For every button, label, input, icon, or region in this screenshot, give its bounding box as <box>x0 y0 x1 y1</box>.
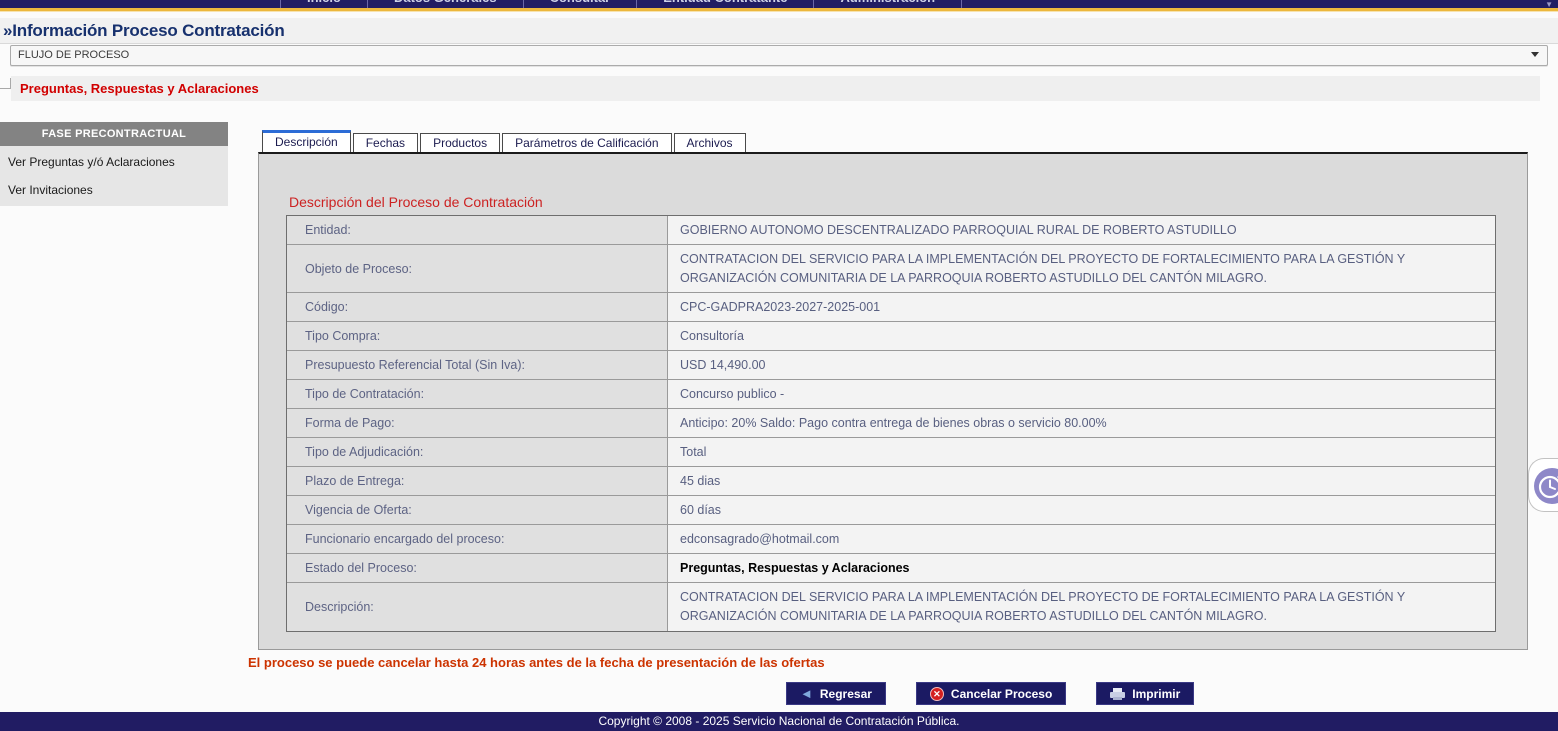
field-value: CPC-GADPRA2023-2027-2025-001 <box>667 293 1495 321</box>
nav-item-entidad-contratante[interactable]: Entidad Contratante <box>637 0 814 8</box>
tab-fechas[interactable]: Fechas <box>353 133 418 152</box>
flujo-de-proceso-value: FLUJO DE PROCESO <box>18 46 129 65</box>
action-buttons: ◄ Regresar ✕ Cancelar Proceso Imprimir <box>786 682 1194 705</box>
field-value: 45 dias <box>667 467 1495 495</box>
printer-icon <box>1110 688 1125 700</box>
field-value: edconsagrado@hotmail.com <box>667 525 1495 553</box>
table-row-descripcion: Descripción: CONTRATACION DEL SERVICIO P… <box>287 583 1495 631</box>
field-value: CONTRATACION DEL SERVICIO PARA LA IMPLEM… <box>667 583 1495 631</box>
nav-item-consultar[interactable]: Consultar <box>524 0 638 8</box>
sidebar-item-ver-invitaciones[interactable]: Ver Invitaciones <box>0 174 228 202</box>
sidebar-header-fase-precontractual: FASE PRECONTRACTUAL <box>0 122 228 146</box>
cancel-deadline-notice: El proceso se puede cancelar hasta 24 ho… <box>248 655 825 670</box>
field-label: Tipo de Adjudicación: <box>287 438 667 466</box>
field-label: Forma de Pago: <box>287 409 667 437</box>
table-row-codigo: Código: CPC-GADPRA2023-2027-2025-001 <box>287 293 1495 322</box>
field-label: Código: <box>287 293 667 321</box>
back-arrow-icon: ◄ <box>800 687 813 700</box>
field-value: USD 14,490.00 <box>667 351 1495 379</box>
gold-divider <box>0 8 1558 12</box>
tab-parametros-calificacion[interactable]: Parámetros de Calificación <box>502 133 671 152</box>
field-value: GOBIERNO AUTONOMO DESCENTRALIZADO PARROQ… <box>667 216 1495 244</box>
tab-productos[interactable]: Productos <box>420 133 500 152</box>
table-row-estado-proceso: Estado del Proceso: Preguntas, Respuesta… <box>287 554 1495 583</box>
cancelar-proceso-button-label: Cancelar Proceso <box>951 687 1052 701</box>
tab-archivos[interactable]: Archivos <box>674 133 746 152</box>
table-row-entidad: Entidad: GOBIERNO AUTONOMO DESCENTRALIZA… <box>287 216 1495 245</box>
field-value: Consultoría <box>667 322 1495 350</box>
table-row-objeto: Objeto de Proceso: CONTRATACION DEL SERV… <box>287 245 1495 293</box>
field-label: Presupuesto Referencial Total (Sin Iva): <box>287 351 667 379</box>
table-row-funcionario: Funcionario encargado del proceso: edcon… <box>287 525 1495 554</box>
app-window: Inicio Datos Generales Consultar Entidad… <box>0 0 1558 731</box>
table-row-tipo-compra: Tipo Compra: Consultoría <box>287 322 1495 351</box>
imprimir-button-label: Imprimir <box>1132 687 1180 701</box>
description-panel: Descripción del Proceso de Contratación … <box>258 152 1528 650</box>
table-row-vigencia-oferta: Vigencia de Oferta: 60 días <box>287 496 1495 525</box>
page-title: »Información Proceso Contratación <box>3 21 285 41</box>
sidebar-item-ver-preguntas[interactable]: Ver Preguntas y/ó Aclaraciones <box>0 146 228 174</box>
flujo-de-proceso-select[interactable]: FLUJO DE PROCESO <box>10 45 1548 66</box>
nav-item-inicio[interactable]: Inicio <box>280 0 368 8</box>
chevron-down-icon <box>1531 52 1539 57</box>
field-value: Anticipo: 20% Saldo: Pago contra entrega… <box>667 409 1495 437</box>
process-state-banner: Preguntas, Respuestas y Aclaraciones <box>11 76 1540 101</box>
footer-copyright: Copyright © 2008 - 2025 Servicio Naciona… <box>0 712 1558 731</box>
process-description-table: Entidad: GOBIERNO AUTONOMO DESCENTRALIZA… <box>286 215 1496 632</box>
field-label: Estado del Proceso: <box>287 554 667 582</box>
table-row-plazo-entrega: Plazo de Entrega: 45 dias <box>287 467 1495 496</box>
process-state-text: Preguntas, Respuestas y Aclaraciones <box>20 81 259 96</box>
detail-tabs: Descripción Fechas Productos Parámetros … <box>262 130 748 152</box>
field-value: Concurso publico - <box>667 380 1495 408</box>
cancelar-proceso-button[interactable]: ✕ Cancelar Proceso <box>916 682 1066 705</box>
table-row-tipo-adjudicacion: Tipo de Adjudicación: Total <box>287 438 1495 467</box>
field-value-estado: Preguntas, Respuestas y Aclaraciones <box>667 554 1495 582</box>
process-timer-widget[interactable] <box>1528 458 1558 512</box>
field-label: Plazo de Entrega: <box>287 467 667 495</box>
field-label: Tipo de Contratación: <box>287 380 667 408</box>
nav-item-administracion[interactable]: Administración <box>814 0 962 8</box>
regresar-button[interactable]: ◄ Regresar <box>786 682 886 705</box>
nav-item-datos-generales[interactable]: Datos Generales <box>368 0 524 8</box>
field-label: Tipo Compra: <box>287 322 667 350</box>
table-row-forma-pago: Forma de Pago: Anticipo: 20% Saldo: Pago… <box>287 409 1495 438</box>
clock-icon <box>1533 467 1558 505</box>
field-label: Objeto de Proceso: <box>287 245 667 292</box>
top-navbar: Inicio Datos Generales Consultar Entidad… <box>0 0 1558 8</box>
description-panel-title: Descripción del Proceso de Contratación <box>289 194 543 210</box>
field-value: CONTRATACION DEL SERVICIO PARA LA IMPLEM… <box>667 245 1495 292</box>
field-label: Entidad: <box>287 216 667 244</box>
field-value: Total <box>667 438 1495 466</box>
regresar-button-label: Regresar <box>820 687 872 701</box>
table-row-tipo-contratacion: Tipo de Contratación: Concurso publico - <box>287 380 1495 409</box>
field-label: Vigencia de Oferta: <box>287 496 667 524</box>
field-label: Descripción: <box>287 583 667 631</box>
tab-descripcion[interactable]: Descripción <box>262 130 351 152</box>
table-row-presupuesto: Presupuesto Referencial Total (Sin Iva):… <box>287 351 1495 380</box>
sidebar: Ver Preguntas y/ó Aclaraciones Ver Invit… <box>0 146 228 206</box>
chevron-down-icon: ▼ <box>1545 1 1553 8</box>
imprimir-button[interactable]: Imprimir <box>1096 682 1194 705</box>
field-value: 60 días <box>667 496 1495 524</box>
field-label: Funcionario encargado del proceso: <box>287 525 667 553</box>
cancel-x-icon: ✕ <box>930 687 944 701</box>
